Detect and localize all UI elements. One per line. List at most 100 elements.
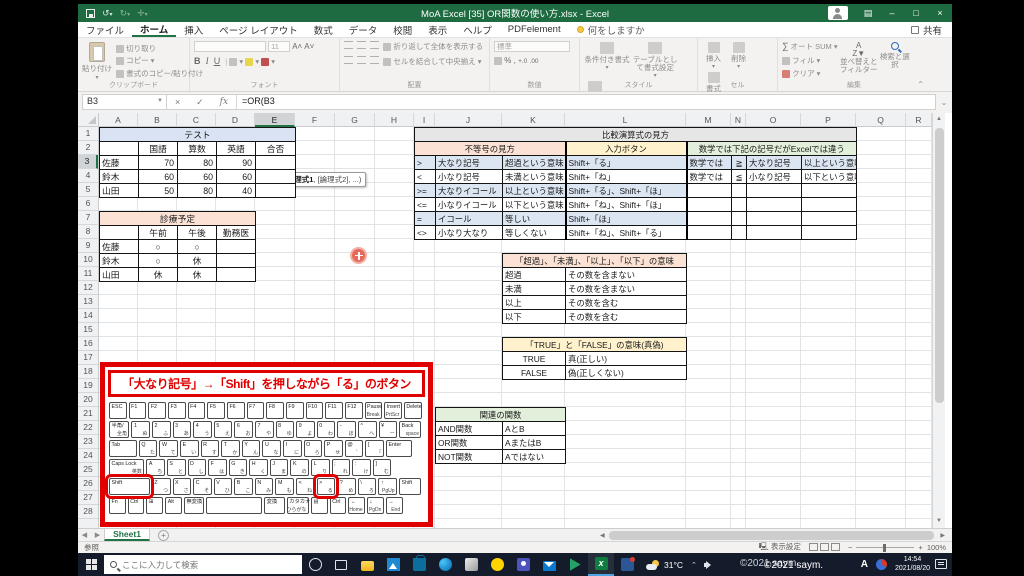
- comparison-table-cell[interactable]: 小なり記号: [435, 169, 503, 184]
- clinic-table-cell[interactable]: 休: [177, 267, 217, 282]
- photos-icon[interactable]: [380, 553, 406, 576]
- comparison-table-cell[interactable]: [746, 225, 802, 240]
- row-header-13[interactable]: 13: [78, 295, 98, 309]
- start-button[interactable]: [78, 553, 104, 576]
- format-as-table-button[interactable]: テーブルとして書式設定 ▾: [632, 42, 678, 80]
- meaning-table-cell[interactable]: 未満: [502, 281, 566, 296]
- comparison-table-cell[interactable]: [801, 225, 857, 240]
- cortana-icon[interactable]: [302, 553, 328, 576]
- column-header-F[interactable]: F: [295, 113, 335, 127]
- test-table-cell[interactable]: [255, 155, 296, 170]
- weather-widget[interactable]: 31°C: [640, 559, 689, 570]
- ime-icon[interactable]: [875, 559, 887, 570]
- comparison-table-cell[interactable]: Shift+「ね」、Shift+「ほ」: [564, 197, 687, 212]
- zoom-out-icon[interactable]: −: [848, 543, 852, 552]
- comparison-table-cell[interactable]: [685, 197, 732, 212]
- horizontal-scrollbar[interactable]: ◀ ▶: [600, 530, 945, 541]
- comparison-table-cell[interactable]: 大なり記号: [746, 155, 802, 170]
- truefalse-table-cell[interactable]: 真(正しい): [564, 351, 688, 366]
- related-functions-table-cell[interactable]: AまたはB: [502, 435, 566, 450]
- test-table-cell[interactable]: 80: [177, 155, 217, 170]
- currency-icon[interactable]: [494, 56, 502, 65]
- close-button[interactable]: ×: [928, 4, 952, 22]
- test-table-cell[interactable]: [255, 169, 296, 184]
- related-functions-table-cell[interactable]: NOT関数: [435, 449, 503, 464]
- clinic-table-cell[interactable]: ○: [138, 239, 178, 254]
- comparison-table-cell[interactable]: [801, 211, 857, 226]
- row-header-11[interactable]: 11: [78, 267, 98, 281]
- minimize-button[interactable]: –: [880, 4, 904, 22]
- comparison-table-cell[interactable]: [801, 197, 857, 212]
- conditional-formatting-button[interactable]: 条件付き書式 ▾: [584, 42, 630, 72]
- italic-button[interactable]: I: [206, 56, 209, 66]
- comparison-table-cell[interactable]: <: [414, 169, 436, 184]
- undo-icon[interactable]: ↺▾: [102, 8, 113, 19]
- autosum-button[interactable]: ∑ オート SUM ▾: [782, 41, 838, 52]
- row-header-10[interactable]: 10: [78, 253, 98, 267]
- test-table-cell[interactable]: 英語: [216, 141, 256, 156]
- column-header-K[interactable]: K: [502, 113, 565, 127]
- search-input[interactable]: [122, 559, 272, 570]
- row-header-22[interactable]: 22: [78, 421, 98, 435]
- comparison-table-cell[interactable]: 以上という意味: [801, 155, 857, 170]
- paste-button[interactable]: 貼り付け ▾: [82, 41, 112, 81]
- row-header-1[interactable]: 1: [78, 127, 98, 141]
- ribbon-tab-4[interactable]: 数式: [306, 22, 341, 37]
- test-table-cell[interactable]: 60: [216, 169, 256, 184]
- scroll-up-icon[interactable]: ▲: [933, 113, 945, 126]
- test-table-cell[interactable]: [99, 141, 139, 156]
- comparison-table-cell[interactable]: 不等号の見方: [414, 141, 566, 156]
- save-icon[interactable]: [86, 8, 95, 18]
- row-header-7[interactable]: 7: [78, 211, 98, 225]
- ribbon-tab-9[interactable]: PDFelement: [500, 22, 569, 37]
- related-functions-table-cell[interactable]: Aではない: [502, 449, 566, 464]
- page-layout-view-icon[interactable]: [819, 542, 829, 551]
- test-table-cell[interactable]: 算数: [177, 141, 217, 156]
- comparison-table-cell[interactable]: 比較演算式の見方: [414, 127, 857, 142]
- screen-recorder-icon[interactable]: [614, 553, 640, 576]
- clinic-table-cell[interactable]: 勤務医: [215, 225, 257, 240]
- comparison-table-cell[interactable]: [731, 183, 747, 198]
- edge-icon[interactable]: [432, 553, 458, 576]
- row-header-24[interactable]: 24: [78, 449, 98, 463]
- row-header-20[interactable]: 20: [78, 393, 98, 407]
- align-bottom-icon[interactable]: [370, 41, 380, 49]
- meaning-table-cell[interactable]: 以下: [502, 309, 566, 324]
- column-header-I[interactable]: I: [414, 113, 435, 127]
- row-header-27[interactable]: 27: [78, 491, 98, 505]
- test-table-cell[interactable]: 佐藤: [99, 155, 139, 170]
- comparison-table-cell[interactable]: Shift+「る」、Shift+「ほ」: [564, 183, 687, 198]
- decrease-decimal-icon[interactable]: .00: [530, 58, 539, 65]
- comparison-table-cell[interactable]: [731, 197, 747, 212]
- ribbon-tab-5[interactable]: データ: [341, 22, 386, 37]
- underline-button[interactable]: U: [214, 56, 221, 66]
- row-header-19[interactable]: 19: [78, 379, 98, 393]
- maximize-button[interactable]: □: [904, 4, 928, 22]
- truefalse-table-cell[interactable]: 偽(正しくない): [564, 365, 688, 380]
- comparison-table-cell[interactable]: [746, 197, 802, 212]
- clinic-table-cell[interactable]: ○: [177, 239, 217, 254]
- row-header-21[interactable]: 21: [78, 407, 98, 421]
- comparison-table-cell[interactable]: 数学では: [685, 155, 732, 170]
- ribbon-tab-3[interactable]: ページ レイアウト: [211, 22, 305, 37]
- row-header-3[interactable]: 3: [78, 155, 98, 169]
- comparison-table-cell[interactable]: 大なり記号: [435, 155, 503, 170]
- sort-filter-button[interactable]: A Z▼ 並べ替えとフィルター: [840, 42, 878, 74]
- grow-font-icon[interactable]: A˄: [292, 42, 302, 51]
- number-format-select[interactable]: 標準: [494, 41, 570, 52]
- comparison-table-cell[interactable]: Shift+「ね」: [564, 169, 687, 184]
- delete-cells-button[interactable]: 削除 ▾: [727, 42, 750, 71]
- test-table-cell[interactable]: 50: [138, 183, 178, 198]
- task-view-icon[interactable]: [328, 553, 354, 576]
- comparison-table-cell[interactable]: 数学では: [685, 169, 732, 184]
- prev-sheet-icon[interactable]: ◀: [82, 531, 87, 539]
- align-center-icon[interactable]: [357, 56, 367, 64]
- insert-function-icon[interactable]: fx: [220, 97, 228, 107]
- action-center-icon[interactable]: [935, 559, 947, 569]
- clinic-table-cell[interactable]: 鈴木: [99, 253, 139, 268]
- excel-icon[interactable]: x: [588, 553, 614, 576]
- row-header-16[interactable]: 16: [78, 337, 98, 351]
- comparison-table-cell[interactable]: Shift+「ほ」: [564, 211, 687, 226]
- row-header-25[interactable]: 25: [78, 463, 98, 477]
- yellow-app-icon[interactable]: [484, 553, 510, 576]
